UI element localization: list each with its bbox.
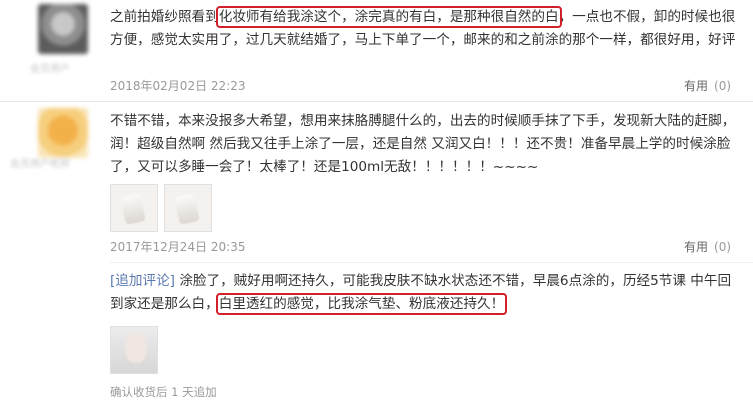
user-nickname: 会员用户: [30, 64, 70, 75]
review-text: 之前拍婚纱照看到化妆师有给我涂这个，涂完真的有白，是那种很自然的白，一点也不假，…: [110, 6, 742, 52]
helpful-button[interactable]: 有用 (0): [684, 77, 731, 94]
user-avatar[interactable]: [38, 108, 88, 158]
highlighted-text: 化妆师有给我涂这个，涂完真的有白，是那种很自然的白: [215, 6, 562, 28]
review-date: 2018年02月02日 22:23: [110, 79, 246, 93]
helpful-button[interactable]: 有用 (0): [684, 238, 731, 255]
review-date: 2017年12月24日 20:35: [110, 240, 246, 254]
user-avatar[interactable]: [38, 4, 88, 54]
review-text-part: 之前拍婚纱照看到: [110, 9, 219, 25]
followup-photo[interactable]: [110, 326, 158, 374]
helpful-label: 有用: [684, 79, 709, 93]
helpful-label: 有用: [684, 240, 709, 254]
review-text: 不错不错，本来没报多大希望，想用来抹胳膊腿什么的，出去的时候顺手抹了下手，发现新…: [110, 113, 736, 175]
followup-divider: [110, 262, 753, 263]
review-divider: [0, 101, 753, 102]
helpful-count: (0): [714, 239, 732, 254]
followup-footer: 确认收货后 1 天追加: [110, 385, 217, 399]
user-nickname: 会员用户昵称: [10, 159, 70, 170]
helpful-count: (0): [714, 78, 732, 93]
followup-label: [追加评论]: [110, 273, 175, 289]
review-photo[interactable]: [110, 184, 158, 232]
review-photo[interactable]: [164, 184, 212, 232]
followup-text: [追加评论] 涂脸了，贼好用啊还持久，可能我皮肤不缺水状态还不错，早晨6点涂的，…: [110, 270, 742, 316]
highlighted-text: 白里透红的感觉，比我涂气垫、粉底液还持久！: [215, 293, 508, 315]
